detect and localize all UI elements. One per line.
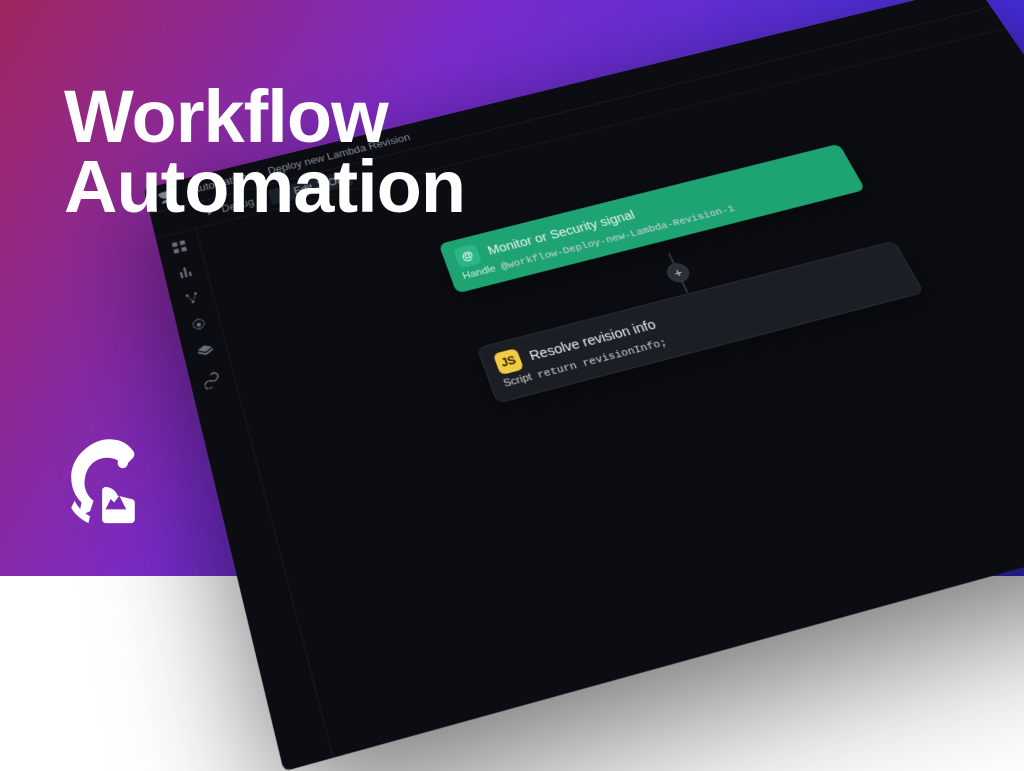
network-icon[interactable]	[181, 289, 202, 308]
chart-icon[interactable]	[175, 263, 196, 282]
plus-icon: +	[671, 265, 685, 280]
overlay-title-line1: Workflow	[64, 82, 465, 152]
js-icon: JS	[493, 348, 524, 375]
at-icon: @	[453, 244, 483, 269]
dashboard-icon[interactable]	[169, 238, 189, 256]
layers-icon[interactable]	[194, 342, 215, 362]
workflow-flow: @ Monitor or Security signal Handle @wor…	[439, 144, 1024, 685]
gear-icon[interactable]	[188, 315, 209, 334]
link-icon[interactable]	[201, 370, 223, 390]
script-label: Script	[502, 372, 534, 390]
overlay-title-line2: Automation	[64, 152, 465, 222]
datadog-logo-icon	[54, 432, 164, 542]
add-step-button[interactable]: +	[664, 261, 693, 284]
overlay-title: Workflow Automation	[64, 82, 465, 223]
